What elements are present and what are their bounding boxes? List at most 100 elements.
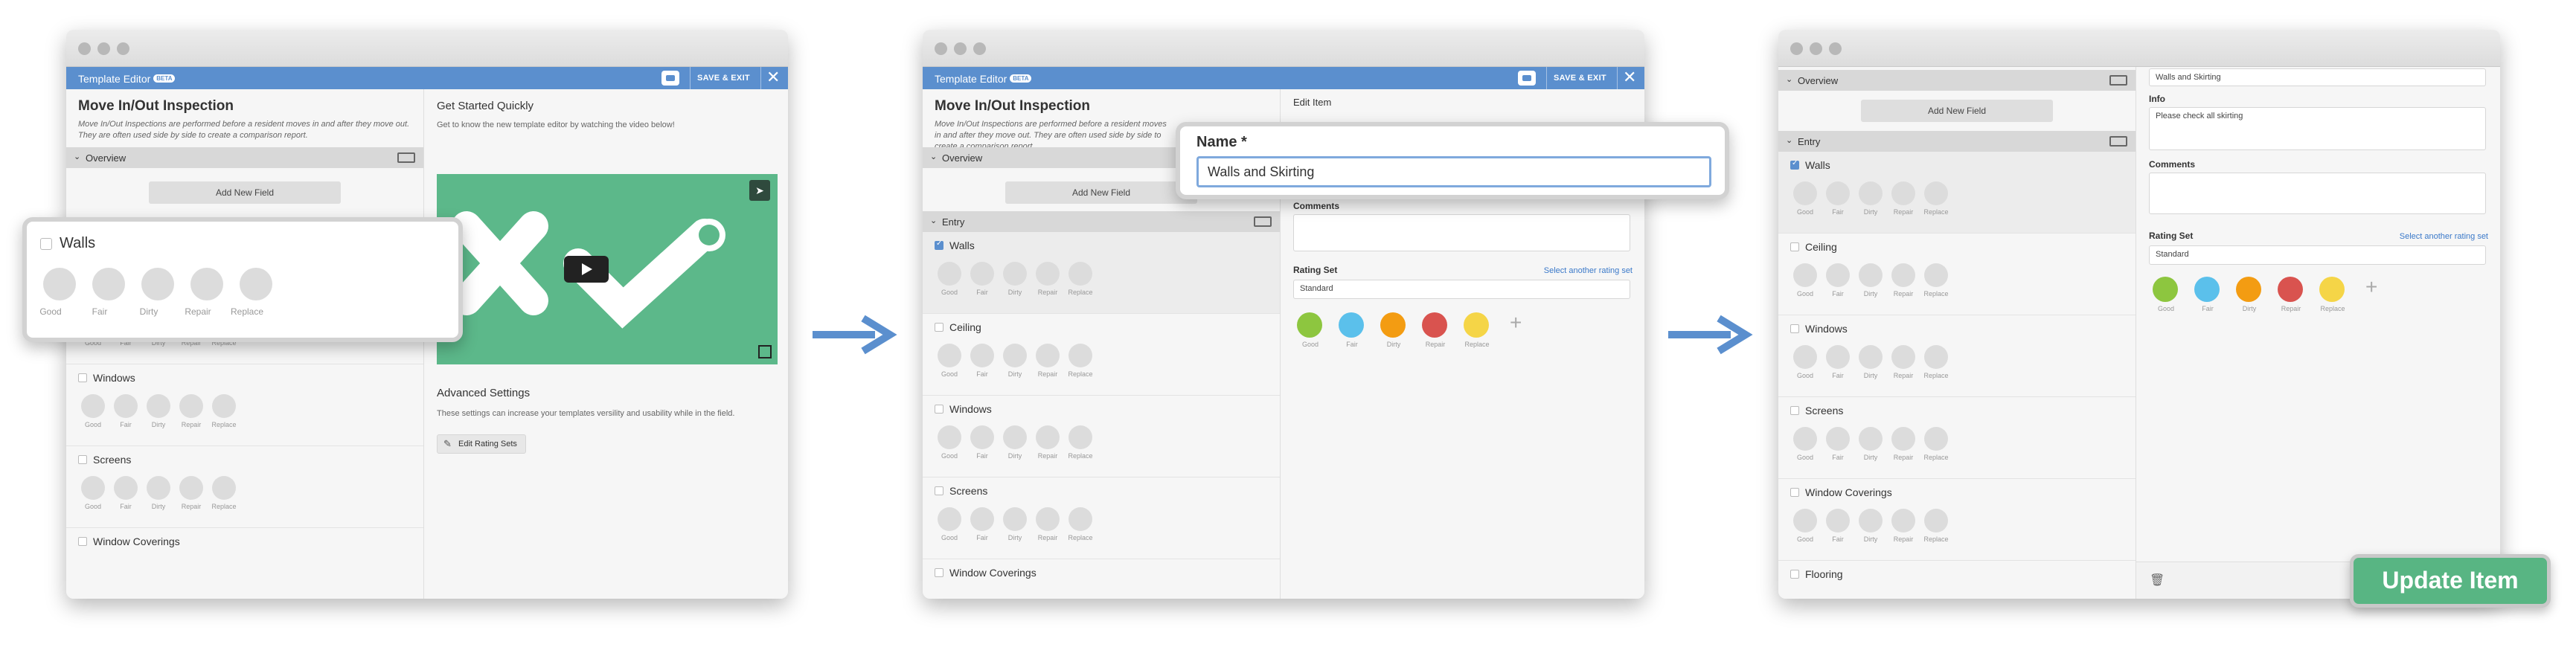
check-icon[interactable]: [970, 262, 994, 286]
item-checkbox[interactable]: [1790, 324, 1799, 333]
star-icon[interactable]: [43, 268, 76, 300]
add-new-field-button[interactable]: Add New Field: [149, 181, 341, 204]
star-icon[interactable]: [81, 476, 105, 500]
item-checkbox[interactable]: [40, 238, 52, 250]
chevron-down-icon[interactable]: ⌄: [74, 152, 80, 161]
edit-rating-sets-button[interactable]: Edit Rating Sets: [437, 434, 526, 454]
section-overview[interactable]: ⌄ Overview: [1778, 70, 2136, 91]
update-item-button[interactable]: Update Item: [2350, 554, 2551, 608]
item-checkbox[interactable]: [78, 455, 87, 464]
close-dot[interactable]: [1790, 42, 1803, 55]
wrench-icon[interactable]: [1891, 345, 1915, 369]
star-icon[interactable]: [1793, 427, 1817, 451]
wrench-icon[interactable]: [1036, 262, 1060, 286]
keyboard-icon[interactable]: [2109, 75, 2127, 86]
tutorial-video[interactable]: ➤: [437, 174, 778, 364]
save-exit-button[interactable]: SAVE & EXIT: [1554, 74, 1606, 83]
rating-set-field[interactable]: Standard: [1293, 280, 1630, 299]
list-item[interactable]: Windows Good Fair Dirty Repair Replace: [1778, 315, 2136, 397]
list-item[interactable]: Window Coverings: [66, 528, 423, 599]
wrench-icon[interactable]: [1036, 344, 1060, 367]
name-field[interactable]: Walls and Skirting: [2149, 68, 2486, 86]
list-item[interactable]: Walls Good Fair Dirty Repair Replace: [1778, 152, 2136, 234]
item-checkbox[interactable]: [935, 486, 943, 495]
list-item[interactable]: Screens Good Fair Dirty Repair Replace: [1778, 397, 2136, 479]
star-icon[interactable]: [1793, 263, 1817, 287]
item-checkbox[interactable]: [1790, 242, 1799, 251]
check-icon[interactable]: [1826, 345, 1850, 369]
dirty-icon[interactable]: [1859, 181, 1883, 205]
dirty-icon[interactable]: [1859, 263, 1883, 287]
dirty-icon[interactable]: [1380, 312, 1406, 338]
star-icon[interactable]: [81, 394, 105, 418]
play-icon[interactable]: [564, 256, 609, 283]
list-item[interactable]: Ceiling Good Fair Dirty Repair Replace: [1778, 234, 2136, 315]
close-dot[interactable]: [78, 42, 91, 55]
trash-icon[interactable]: [1924, 509, 1948, 533]
list-item[interactable]: Window Coverings: [923, 559, 1280, 599]
check-icon[interactable]: [114, 394, 138, 418]
close-icon[interactable]: ✕: [1623, 69, 1636, 86]
list-item[interactable]: Screens Good Fair Dirty Repair Replace: [66, 446, 423, 528]
item-checkbox[interactable]: [935, 568, 943, 577]
chevron-down-icon[interactable]: ⌄: [1786, 74, 1792, 84]
dirty-icon[interactable]: [147, 476, 170, 500]
star-icon[interactable]: [2153, 277, 2178, 302]
chat-icon[interactable]: [1518, 71, 1536, 86]
plus-icon[interactable]: +: [1510, 311, 1522, 335]
check-icon[interactable]: [1826, 263, 1850, 287]
trash-icon[interactable]: [1924, 427, 1948, 451]
dirty-icon[interactable]: [141, 268, 174, 300]
comments-field[interactable]: [2149, 173, 2486, 214]
select-rating-set-link[interactable]: Select another rating set: [2400, 232, 2488, 241]
star-icon[interactable]: [938, 507, 961, 531]
trash-icon[interactable]: 🗑: [2150, 573, 2165, 588]
item-checkbox[interactable]: [935, 323, 943, 332]
dirty-icon[interactable]: [1859, 345, 1883, 369]
chat-icon[interactable]: [661, 71, 679, 86]
trash-icon[interactable]: [1068, 344, 1092, 367]
star-icon[interactable]: [938, 262, 961, 286]
check-icon[interactable]: [1339, 312, 1364, 338]
wrench-icon[interactable]: [1891, 427, 1915, 451]
list-item[interactable]: Windows Good Fair Dirty Repair Replace: [66, 364, 423, 446]
dirty-icon[interactable]: [1859, 427, 1883, 451]
trash-icon[interactable]: [212, 394, 236, 418]
close-dot[interactable]: [935, 42, 947, 55]
star-icon[interactable]: [1297, 312, 1322, 338]
wrench-icon[interactable]: [1891, 181, 1915, 205]
check-icon[interactable]: [970, 425, 994, 449]
comments-field[interactable]: [1293, 214, 1630, 251]
dirty-icon[interactable]: [1003, 507, 1027, 531]
zoom-dot[interactable]: [973, 42, 986, 55]
trash-icon[interactable]: [2319, 277, 2345, 302]
check-icon[interactable]: [1826, 181, 1850, 205]
item-checkbox[interactable]: [935, 239, 943, 250]
trash-icon[interactable]: [1924, 263, 1948, 287]
minimize-dot[interactable]: [97, 42, 110, 55]
trash-icon[interactable]: [1068, 507, 1092, 531]
keyboard-icon[interactable]: [397, 152, 415, 163]
add-new-field-button[interactable]: Add New Field: [1861, 100, 2053, 122]
trash-icon[interactable]: [1924, 345, 1948, 369]
star-icon[interactable]: [1793, 345, 1817, 369]
select-rating-set-link[interactable]: Select another rating set: [1544, 266, 1633, 275]
wrench-icon[interactable]: [1891, 509, 1915, 533]
keyboard-icon[interactable]: [1254, 216, 1272, 227]
list-item[interactable]: Window Coverings Good Fair Dirty Repair …: [1778, 479, 2136, 561]
dirty-icon[interactable]: [2236, 277, 2261, 302]
wrench-icon[interactable]: [1422, 312, 1447, 338]
item-checkbox[interactable]: [78, 537, 87, 546]
star-icon[interactable]: [1793, 509, 1817, 533]
item-checkbox[interactable]: [1790, 159, 1799, 170]
save-exit-button[interactable]: SAVE & EXIT: [697, 74, 750, 83]
item-checkbox[interactable]: [1790, 406, 1799, 415]
info-field[interactable]: Please check all skirting: [2149, 107, 2486, 150]
item-checkbox[interactable]: [1790, 570, 1799, 579]
wrench-icon[interactable]: [190, 268, 223, 300]
add-new-field-button[interactable]: Add New Field: [1005, 181, 1197, 204]
check-icon[interactable]: [1826, 509, 1850, 533]
fullscreen-icon[interactable]: [758, 345, 772, 358]
wrench-icon[interactable]: [2278, 277, 2303, 302]
trash-icon[interactable]: [240, 268, 272, 300]
